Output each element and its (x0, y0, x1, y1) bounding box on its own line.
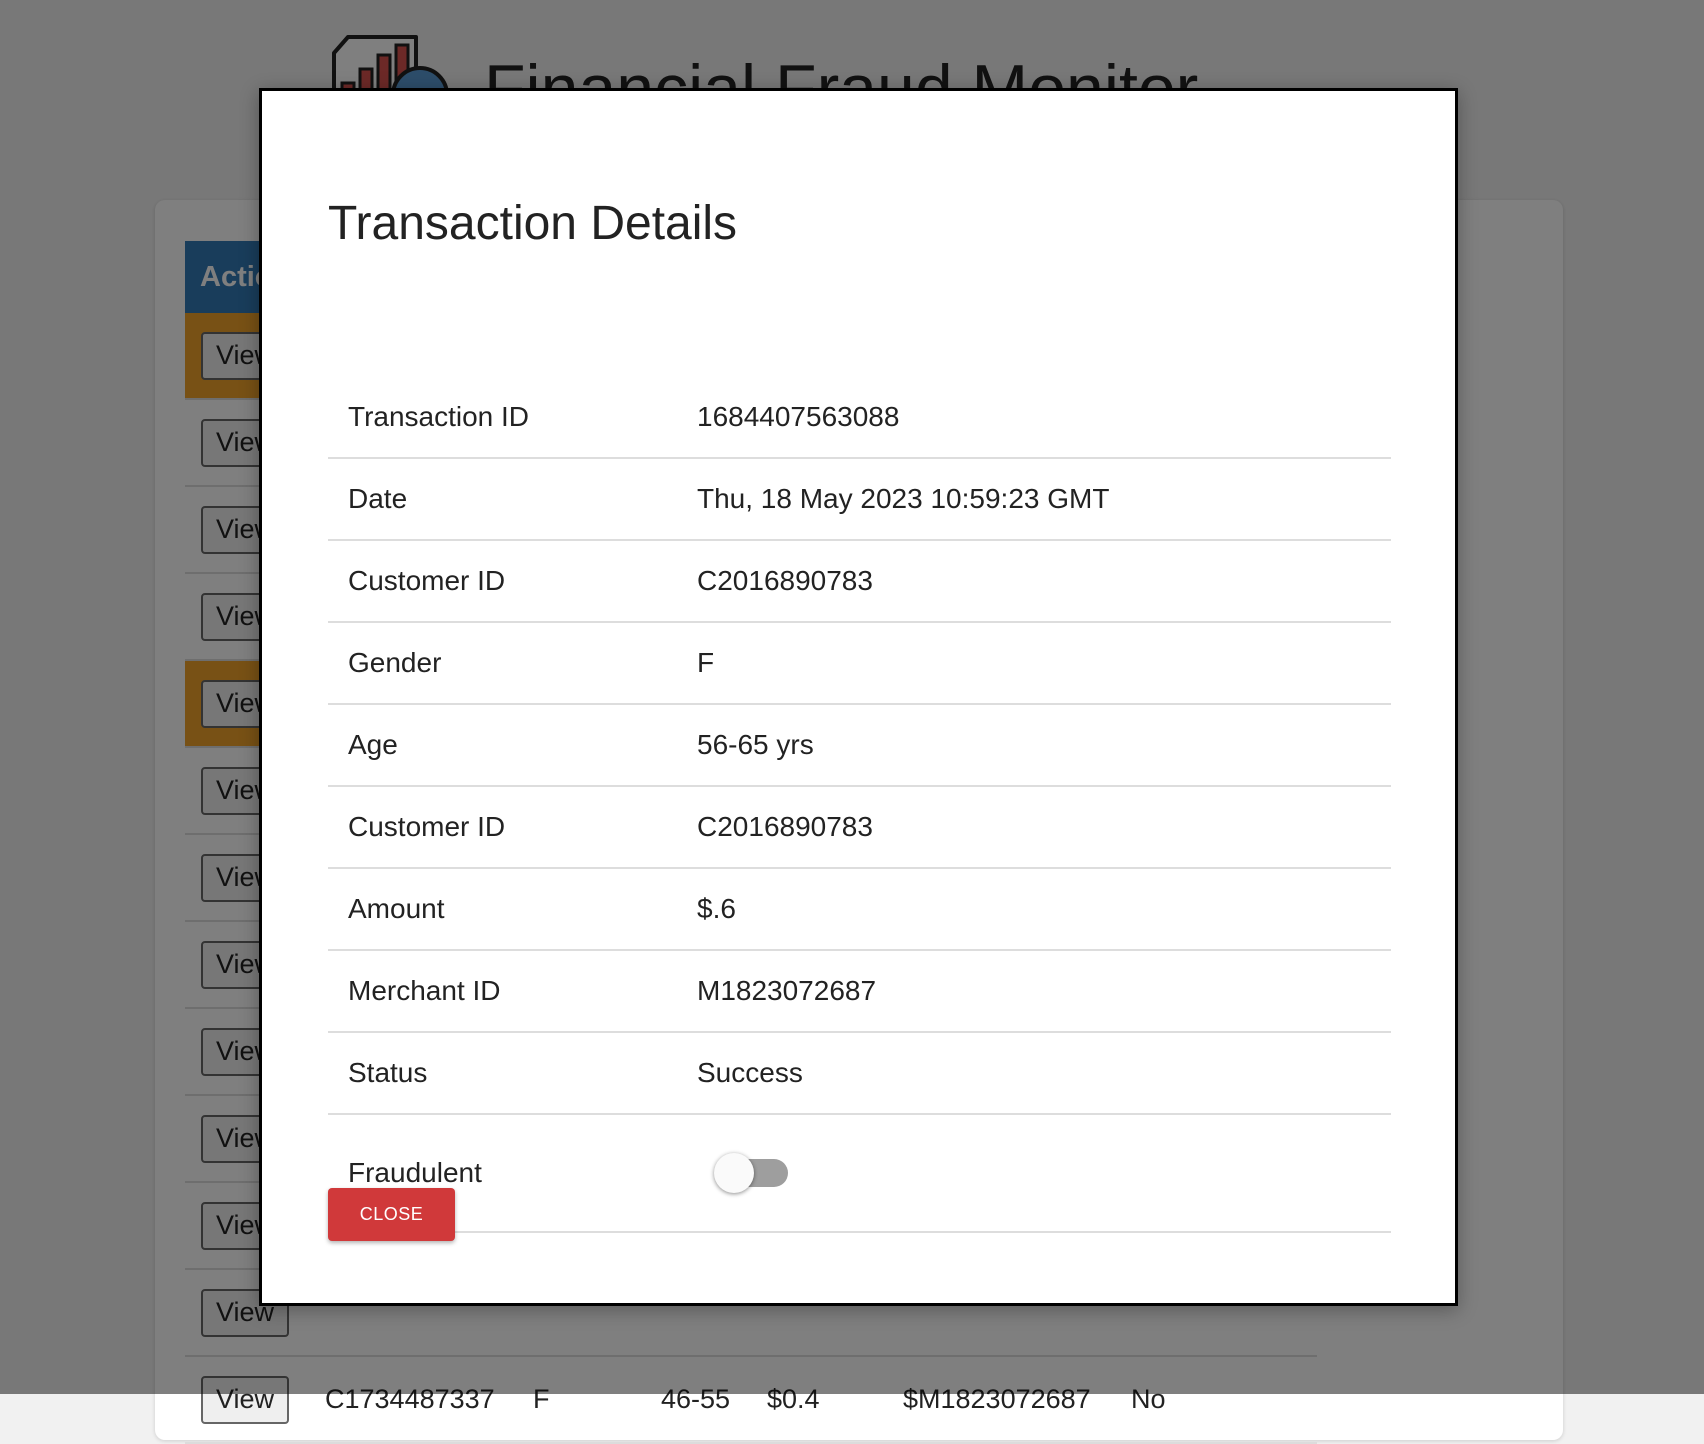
modal-title: Transaction Details (328, 197, 738, 250)
detail-value: $.6 (677, 868, 1391, 951)
detail-value: 1684407563088 (677, 377, 1391, 459)
detail-label: Age (328, 704, 677, 787)
detail-value: C2016890783 (677, 540, 1391, 623)
detail-label: Customer ID (328, 786, 677, 869)
detail-label: Date (328, 458, 677, 541)
transaction-details-modal: Transaction Details Transaction ID 168440… (259, 88, 1458, 1306)
detail-value: Thu, 18 May 2023 10:59:23 GMT (677, 458, 1391, 541)
detail-label: Transaction ID (328, 377, 677, 459)
detail-label: Customer ID (328, 540, 677, 623)
detail-row: Amount $.6 (328, 868, 1391, 951)
detail-label: Status (328, 1032, 677, 1115)
detail-value: M1823072687 (677, 950, 1391, 1033)
detail-row: Customer ID C2016890783 (328, 786, 1391, 869)
detail-label: Amount (328, 868, 677, 951)
toggle-thumb (714, 1153, 754, 1193)
detail-label: Gender (328, 622, 677, 705)
detail-row: Merchant ID M1823072687 (328, 950, 1391, 1033)
detail-value: F (677, 622, 1391, 705)
detail-row: Transaction ID 1684407563088 (328, 377, 1391, 459)
detail-value: Success (677, 1032, 1391, 1115)
detail-row: Date Thu, 18 May 2023 10:59:23 GMT (328, 458, 1391, 541)
close-button[interactable]: CLOSE (328, 1188, 455, 1241)
detail-value: C2016890783 (677, 786, 1391, 869)
detail-row: Status Success (328, 1032, 1391, 1115)
transaction-details-table: Transaction ID 1684407563088 Date Thu, 18 M… (328, 377, 1391, 1233)
detail-row: Gender F (328, 622, 1391, 705)
detail-value: 56-65 yrs (677, 704, 1391, 787)
fraudulent-toggle[interactable] (714, 1153, 788, 1193)
detail-row: Age 56-65 yrs (328, 704, 1391, 787)
fraudulent-row: Fraudulent (328, 1114, 1391, 1233)
fraudulent-toggle-cell (677, 1114, 1391, 1233)
detail-label: Merchant ID (328, 950, 677, 1033)
detail-row: Customer ID C2016890783 (328, 540, 1391, 623)
